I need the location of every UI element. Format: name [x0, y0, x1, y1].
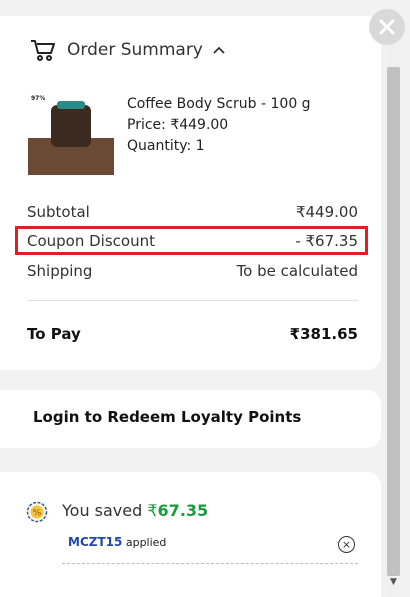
product-image: 97%: [28, 93, 114, 175]
order-summary-header[interactable]: Order Summary: [30, 38, 225, 62]
close-icon: [379, 19, 395, 35]
subtotal-label: Subtotal: [27, 203, 90, 221]
order-summary-title: Order Summary: [67, 40, 203, 60]
savings-card: % You saved ₹67.35 MCZT15 applied ×: [0, 472, 381, 597]
subtotal-value: ₹449.00: [295, 203, 358, 221]
remove-coupon-icon[interactable]: ×: [338, 536, 355, 553]
svg-text:%: %: [33, 509, 42, 519]
to-pay-value: ₹381.65: [289, 325, 358, 343]
coupon-highlight-box: [15, 226, 368, 255]
you-saved-text: You saved ₹67.35: [62, 501, 208, 520]
product-info: Coffee Body Scrub - 100 g Price: ₹449.00…: [127, 94, 311, 157]
dashed-divider: [62, 563, 358, 564]
to-pay-label: To Pay: [27, 325, 81, 343]
subtotal-row: Subtotal ₹449.00: [27, 203, 358, 221]
shipping-label: Shipping: [27, 262, 93, 280]
close-button[interactable]: [369, 9, 405, 45]
loyalty-card[interactable]: Login to Redeem Loyalty Points: [0, 390, 381, 448]
summary-divider: [27, 300, 358, 301]
scroll-down-arrow-icon[interactable]: ▼: [390, 577, 397, 587]
product-name: Coffee Body Scrub - 100 g: [127, 96, 311, 112]
coupon-applied-suffix: applied: [122, 536, 167, 549]
you-saved-prefix: You saved: [62, 501, 148, 520]
scrollbar-thumb[interactable]: [387, 67, 400, 576]
cart-icon: [31, 40, 55, 61]
discount-badge-icon: %: [26, 501, 48, 523]
shipping-row: Shipping To be calculated: [27, 262, 358, 280]
product-price: Price: ₹449.00: [127, 117, 229, 133]
product-image-badge: 97%: [31, 95, 46, 102]
chevron-up-icon[interactable]: [213, 46, 225, 54]
saved-amount: 67.35: [157, 501, 209, 520]
coupon-applied-line: MCZT15 applied: [68, 535, 166, 549]
product-quantity: Quantity: 1: [127, 138, 205, 154]
saved-currency: ₹: [147, 501, 158, 520]
scrollbar[interactable]: ▼: [385, 40, 402, 597]
login-redeem-loyalty-link[interactable]: Login to Redeem Loyalty Points: [33, 408, 301, 426]
coupon-code: MCZT15: [68, 535, 123, 549]
shipping-value: To be calculated: [236, 262, 358, 280]
to-pay-row: To Pay ₹381.65: [27, 325, 358, 343]
order-summary-card: Order Summary 97% Coffee Body Scrub - 10…: [0, 16, 381, 370]
